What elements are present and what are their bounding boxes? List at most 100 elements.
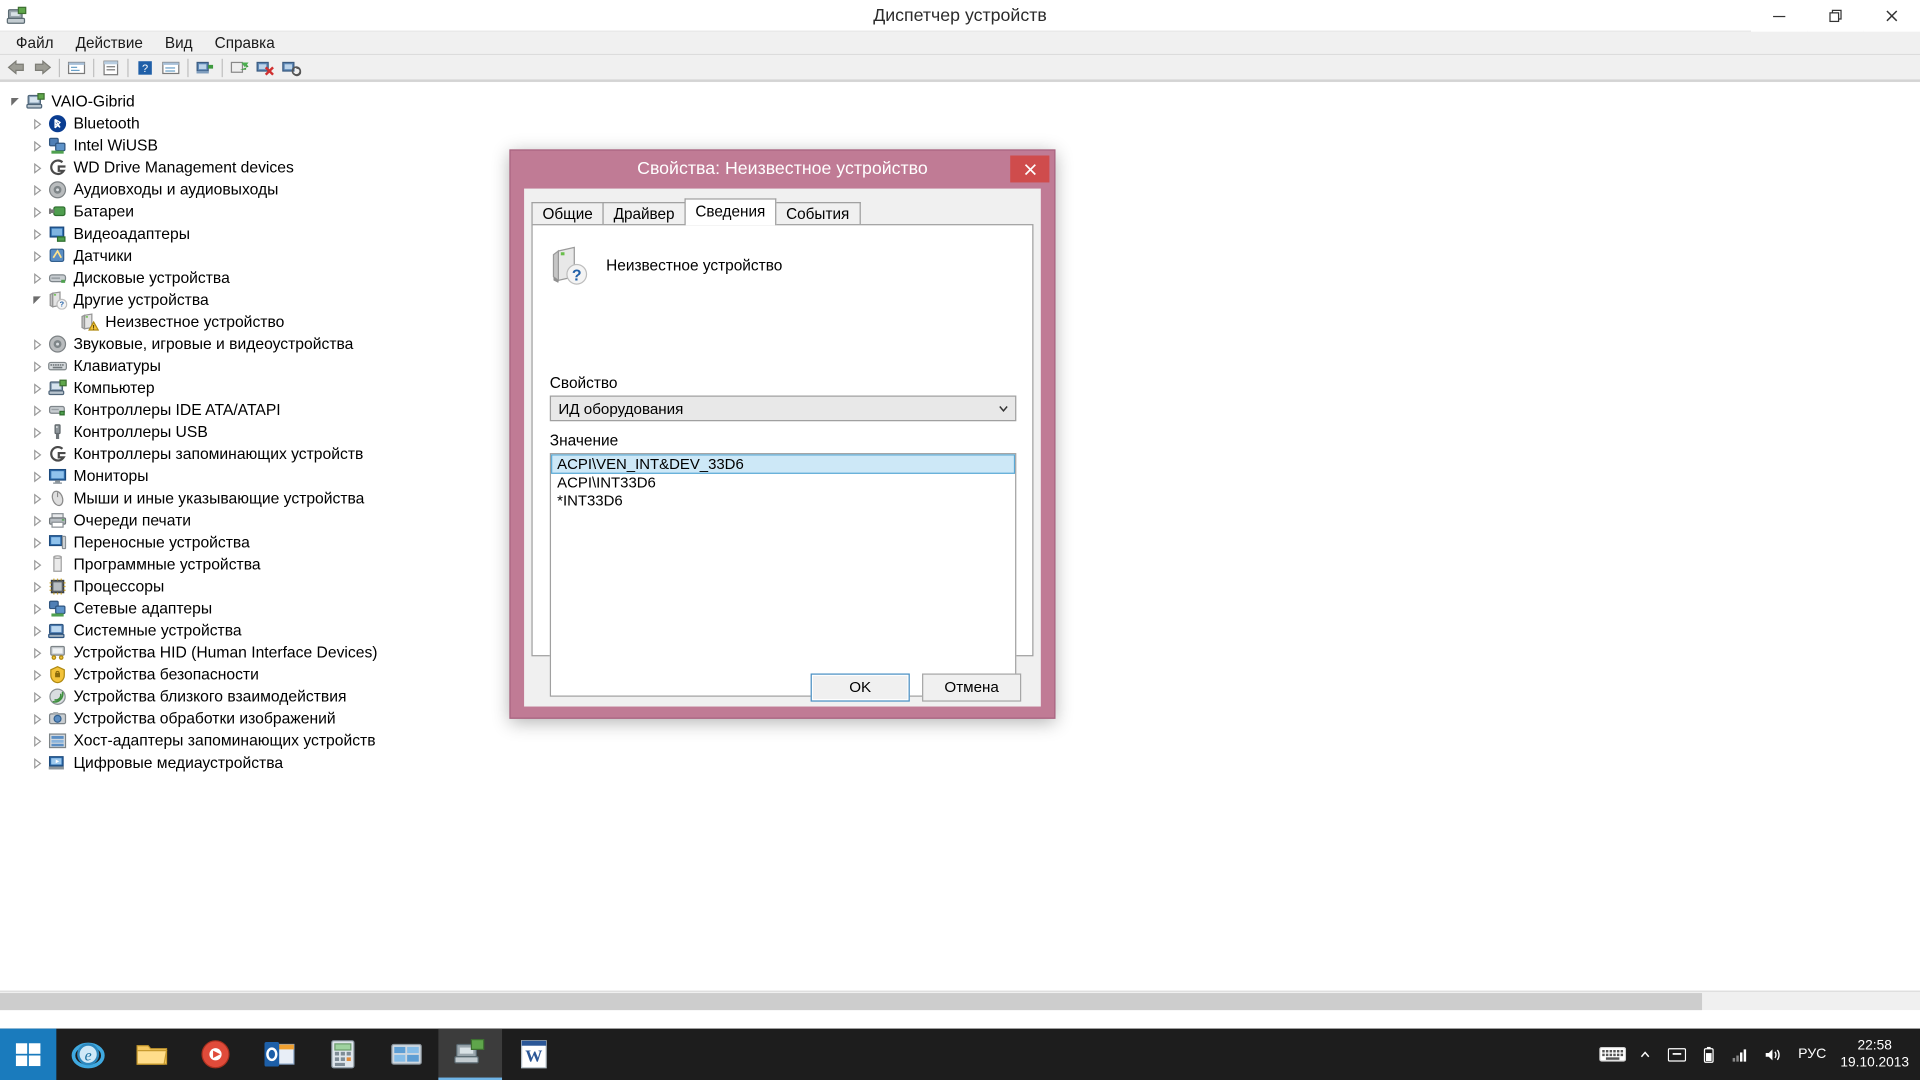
properties-icon[interactable]: [98, 55, 124, 79]
scan-hardware-changes-icon[interactable]: [192, 55, 218, 79]
expander-collapsed-icon[interactable]: [27, 443, 47, 465]
back-icon[interactable]: [4, 55, 30, 79]
expander-collapsed-icon[interactable]: [27, 135, 47, 157]
start-button[interactable]: [0, 1028, 57, 1080]
expander-collapsed-icon[interactable]: [27, 157, 47, 179]
tree-node-label: Устройства близкого взаимодействия: [73, 686, 347, 706]
scrollbar-thumb[interactable]: [0, 993, 1703, 1011]
expander-collapsed-icon[interactable]: [27, 465, 47, 487]
tree-node[interactable]: Цифровые медиаустройства: [0, 752, 1920, 774]
expander-collapsed-icon[interactable]: [27, 355, 47, 377]
language-indicator[interactable]: РУС: [1788, 1029, 1837, 1080]
expander-collapsed-icon[interactable]: [27, 730, 47, 752]
value-list-item[interactable]: ACPI\INT33D6: [551, 474, 1015, 492]
restore-button[interactable]: [1807, 0, 1864, 32]
expander-collapsed-icon[interactable]: [27, 598, 47, 620]
audio-icon: [47, 334, 69, 354]
tree-node-label: Хост-адаптеры запоминающих устройств: [73, 731, 376, 750]
expander-collapsed-icon[interactable]: [27, 223, 47, 245]
tab-events[interactable]: События: [775, 202, 861, 226]
screen-root: Диспетчер устройств Файл Действие Вид Сп…: [0, 0, 1920, 1080]
expander-collapsed-icon[interactable]: [27, 377, 47, 399]
expander-collapsed-icon[interactable]: [27, 113, 47, 135]
printer-icon: [47, 511, 69, 531]
expander-collapsed-icon[interactable]: [27, 399, 47, 421]
expander-collapsed-icon[interactable]: [27, 333, 47, 355]
show-desktop-button[interactable]: [1913, 1029, 1920, 1080]
disable-device-icon[interactable]: [252, 55, 278, 79]
expander-collapsed-icon[interactable]: [27, 179, 47, 201]
tree-node-label: Процессоры: [73, 576, 165, 596]
show-hide-pane-icon[interactable]: [158, 55, 184, 79]
expander-collapsed-icon[interactable]: [27, 576, 47, 598]
tree-node-label: Аудиовходы и аудиовыходы: [73, 180, 279, 199]
expander-collapsed-icon[interactable]: [27, 752, 47, 774]
expander-collapsed-icon[interactable]: [27, 201, 47, 223]
tree-node[interactable]: Bluetooth: [0, 113, 1920, 135]
taskbar-file-explorer[interactable]: [120, 1029, 184, 1080]
taskbar-device-manager[interactable]: [438, 1028, 503, 1080]
speaker-icon[interactable]: [1756, 1029, 1788, 1080]
expander-collapsed-icon[interactable]: [27, 553, 47, 575]
value-list-item[interactable]: ACPI\VEN_INT&DEV_33D6: [551, 454, 1016, 474]
expander-collapsed-icon[interactable]: [27, 531, 47, 553]
update-driver-icon[interactable]: [227, 55, 253, 79]
ok-button[interactable]: OK: [810, 672, 910, 702]
value-list-item[interactable]: *INT33D6: [551, 492, 1015, 510]
display-adapter-icon: [47, 224, 69, 244]
taskbar-control-panel[interactable]: [375, 1029, 439, 1080]
menu-action[interactable]: Действие: [65, 31, 154, 54]
tree-node[interactable]: Хост-адаптеры запоминающих устройств: [0, 730, 1920, 752]
tab-panel-details: ? Неизвестное устройство Свойство ИД обо…: [531, 224, 1034, 697]
tab-driver[interactable]: Драйвер: [602, 202, 686, 226]
menu-file[interactable]: Файл: [5, 31, 65, 54]
clock[interactable]: 22:58 19.10.2013: [1837, 1029, 1913, 1080]
taskbar-media-player[interactable]: [184, 1029, 248, 1080]
chevron-up-icon[interactable]: [1629, 1029, 1661, 1080]
minimize-button[interactable]: [1751, 0, 1808, 32]
expander-collapsed-icon[interactable]: [27, 487, 47, 509]
audio-icon: [47, 180, 69, 200]
tree-node-label: Цифровые медиаустройства: [73, 753, 284, 772]
show-hide-console-tree-icon[interactable]: [64, 55, 90, 79]
close-button[interactable]: [1863, 0, 1920, 32]
desktop: Диспетчер устройств Файл Действие Вид Сп…: [0, 0, 1920, 1080]
expander-expanded-icon[interactable]: [27, 289, 47, 311]
tab-general[interactable]: Общие: [531, 202, 604, 226]
tree-node-label: Переносные устройства: [73, 532, 250, 552]
tree-node-label: WD Drive Management devices: [73, 157, 294, 177]
tab-details[interactable]: Сведения: [684, 198, 777, 226]
taskbar-calculator[interactable]: [311, 1029, 375, 1080]
uninstall-device-icon[interactable]: [278, 55, 304, 79]
property-select[interactable]: ИД оборудования: [549, 395, 1017, 422]
horizontal-scrollbar[interactable]: [0, 990, 1920, 1011]
expander-collapsed-icon[interactable]: [27, 664, 47, 686]
help-icon[interactable]: ?: [132, 55, 158, 79]
menu-help[interactable]: Справка: [204, 31, 286, 54]
dialog-close-button[interactable]: [1010, 155, 1050, 183]
tree-node-label: Программные устройства: [73, 554, 261, 574]
network-signal-icon[interactable]: [1724, 1029, 1756, 1080]
toolbar-separator: [58, 58, 61, 77]
value-listbox[interactable]: ACPI\VEN_INT&DEV_33D6 ACPI\INT33D6 *INT33D…: [549, 453, 1017, 697]
forward-icon[interactable]: [29, 55, 55, 79]
expander-collapsed-icon[interactable]: [27, 509, 47, 531]
tree-node[interactable]: VAIO-Gibrid: [0, 91, 1920, 113]
expander-collapsed-icon[interactable]: [27, 245, 47, 267]
expander-collapsed-icon[interactable]: [27, 642, 47, 664]
action-center-icon[interactable]: [1660, 1029, 1692, 1080]
taskbar-word[interactable]: W: [502, 1029, 566, 1080]
menu-view[interactable]: Вид: [154, 31, 204, 54]
tree-node-label: Контроллеры запоминающих устройств: [73, 444, 364, 463]
taskbar-internet-explorer[interactable]: e: [56, 1029, 120, 1080]
keyboard-icon[interactable]: [1597, 1029, 1629, 1080]
cancel-button[interactable]: Отмена: [922, 672, 1022, 702]
expander-collapsed-icon[interactable]: [27, 421, 47, 443]
expander-expanded-icon[interactable]: [5, 91, 25, 113]
expander-collapsed-icon[interactable]: [27, 686, 47, 708]
battery-icon[interactable]: [1692, 1029, 1724, 1080]
expander-collapsed-icon[interactable]: [27, 267, 47, 289]
expander-collapsed-icon[interactable]: [27, 708, 47, 730]
taskbar-outlook[interactable]: [247, 1029, 311, 1080]
expander-collapsed-icon[interactable]: [27, 620, 47, 642]
